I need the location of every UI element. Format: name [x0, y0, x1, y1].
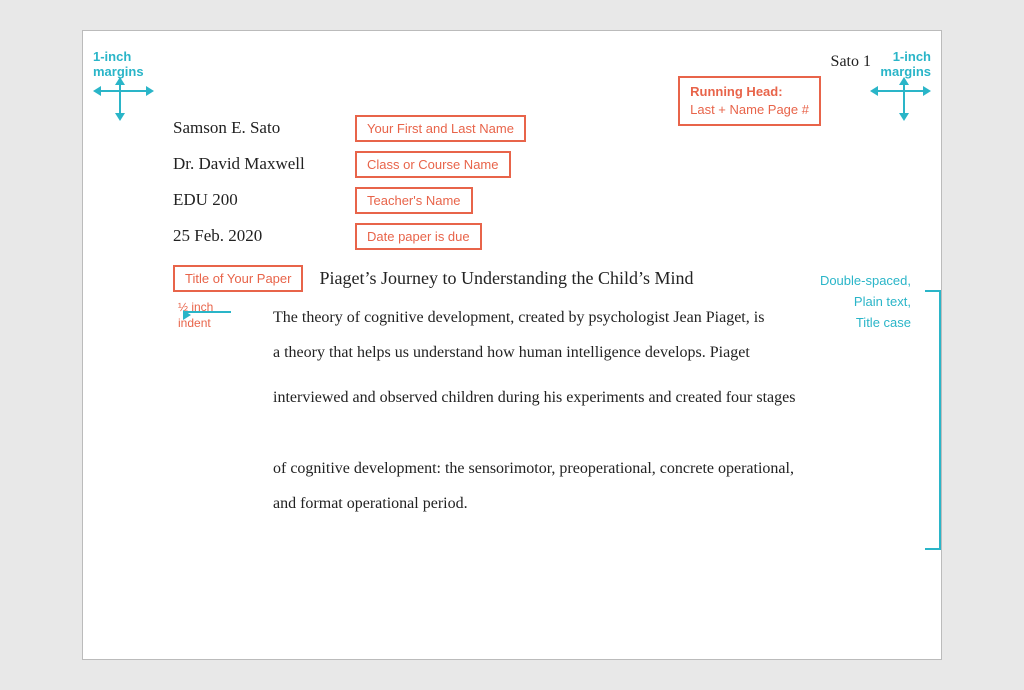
left-margin-arrow	[115, 49, 125, 121]
title-line: Title of Your Paper Piaget’s Journey to …	[173, 265, 911, 292]
title-annotation: Title of Your Paper	[173, 265, 303, 292]
page: 1-inch margins 1-inch margins Sato 1 Run…	[82, 30, 942, 660]
page-number: Sato 1	[831, 53, 871, 71]
right-bracket	[925, 290, 941, 550]
teacher-annotation: Teacher's Name	[355, 187, 473, 214]
body-text-area: ½ inch indent The theory of cognitive de…	[233, 300, 911, 521]
body-line-4: of cognitive development: the sensorimot…	[273, 460, 794, 477]
info-line-course: Dr. David Maxwell Class or Course Name	[173, 147, 911, 181]
paper-title: Piaget’s Journey to Understanding the Ch…	[319, 268, 693, 289]
date: 25 Feb. 2020	[173, 226, 343, 246]
info-line-class: EDU 200 Teacher's Name	[173, 183, 911, 217]
body-first-line: The theory of cognitive development, cre…	[273, 309, 764, 326]
running-head-box: Running Head: Last + Name Page #	[678, 76, 821, 126]
running-head-label: Running Head:	[690, 84, 782, 99]
right-margin-horiz-arrow	[870, 86, 931, 96]
date-annotation: Date paper is due	[355, 223, 482, 250]
class-name: EDU 200	[173, 190, 343, 210]
info-line-date: 25 Feb. 2020 Date paper is due	[173, 219, 911, 253]
content-area: Samson E. Sato Your First and Last Name …	[173, 111, 911, 292]
course-annotation: Class or Course Name	[355, 151, 511, 178]
body-paragraph: The theory of cognitive development, cre…	[233, 300, 911, 521]
body-line-2: a theory that helps us understand how hu…	[273, 344, 750, 361]
author-name: Samson E. Sato	[173, 118, 343, 138]
body-line-3: interviewed and observed children during…	[273, 380, 911, 415]
instructor-name: Dr. David Maxwell	[173, 154, 343, 174]
left-margin-horiz-arrow	[93, 86, 154, 96]
body-line-5: and format operational period.	[273, 495, 468, 512]
right-margin-arrow	[899, 49, 909, 121]
running-head-desc: Last + Name Page #	[690, 102, 809, 117]
name-annotation: Your First and Last Name	[355, 115, 526, 142]
indent-arrow-line	[185, 311, 231, 313]
